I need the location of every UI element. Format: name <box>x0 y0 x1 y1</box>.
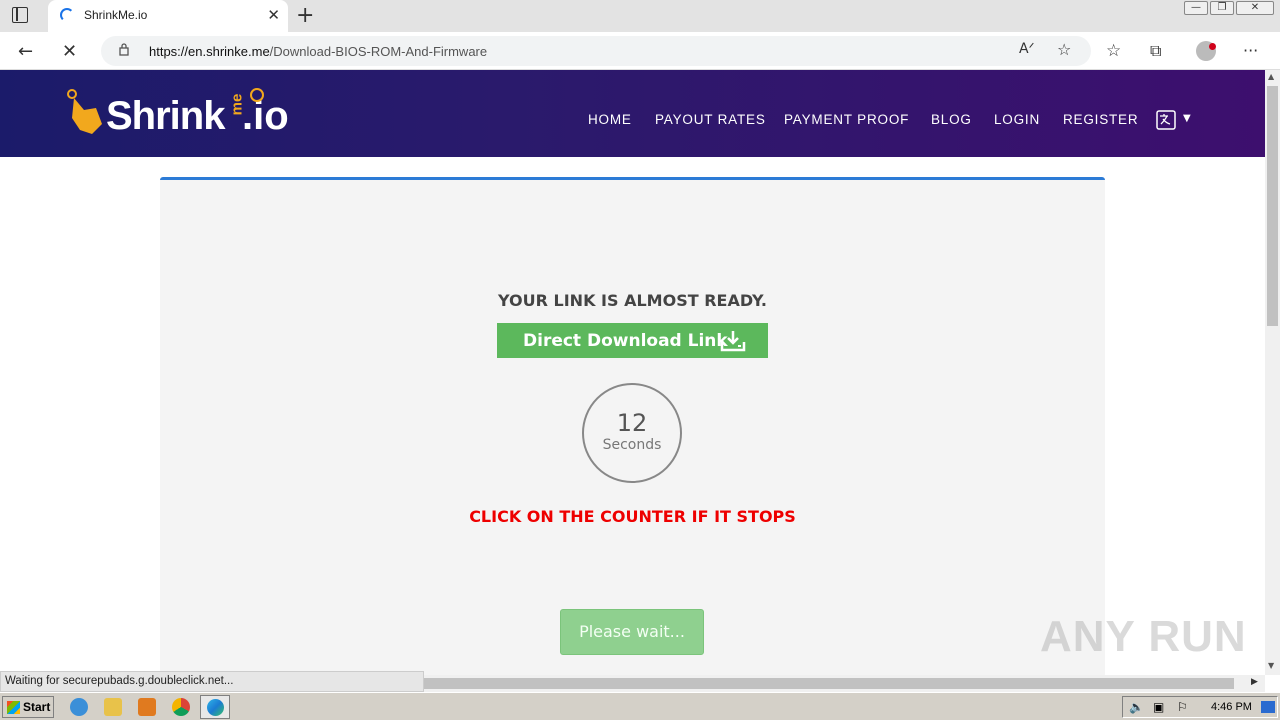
counter-notice: CLICK ON THE COUNTER IF IT STOPS <box>469 507 796 526</box>
countdown-counter[interactable]: 12 Seconds <box>582 383 682 483</box>
loading-spinner-icon <box>60 8 74 22</box>
restore-button[interactable]: ❐ <box>1210 1 1234 15</box>
logo-ring-icon <box>250 88 264 102</box>
network-icon[interactable]: ▣ <box>1153 700 1164 714</box>
browser-toolbar: ← ✕ https://en.shrinke.me/Download-BIOS-… <box>0 32 1280 70</box>
anyrun-watermark: ANY RUN <box>1040 612 1247 661</box>
nav-login[interactable]: LOGIN <box>994 112 1040 127</box>
nav-register[interactable]: REGISTER <box>1063 112 1138 127</box>
system-tray: 🔈 ▣ ⚐ 4:46 PM <box>1122 696 1278 718</box>
media-player-icon[interactable] <box>138 698 156 716</box>
scroll-down-icon[interactable]: ▼ <box>1268 661 1274 670</box>
folder-icon[interactable] <box>104 698 122 716</box>
language-selector[interactable]: ▼ <box>1156 110 1191 134</box>
direct-download-label: Direct Download Link <box>523 331 728 351</box>
add-favorite-icon[interactable]: ☆ <box>1057 40 1071 59</box>
scroll-up-icon[interactable]: ▲ <box>1268 72 1274 81</box>
direct-download-button[interactable]: Direct Download Link <box>497 323 768 358</box>
edge-icon <box>207 699 224 716</box>
read-aloud-icon[interactable]: Aᐟ <box>1019 41 1035 57</box>
lock-icon <box>119 43 129 56</box>
start-button[interactable]: Start <box>2 696 54 718</box>
taskbar: Start 🔈 ▣ ⚐ 4:46 PM <box>0 692 1280 720</box>
show-desktop-icon[interactable] <box>1261 701 1275 713</box>
start-label: Start <box>23 700 51 714</box>
nav-home[interactable]: HOME <box>588 112 632 127</box>
collections-icon[interactable]: ⧉ <box>1150 41 1161 61</box>
edge-taskbar-button[interactable] <box>200 695 230 719</box>
site-header: Shrink me .io HOME PAYOUT RATES PAYMENT … <box>0 70 1265 157</box>
vertical-scrollbar[interactable]: ▲ ▼ <box>1265 70 1280 675</box>
nav-payment-proof[interactable]: PAYMENT PROOF <box>784 112 909 127</box>
scroll-right-icon[interactable]: ▶ <box>1251 677 1258 687</box>
url-path: /Download-BIOS-ROM-And-Firmware <box>269 44 488 59</box>
chrome-icon[interactable] <box>172 698 190 716</box>
browser-tab[interactable]: ShrinkMe.io ✕ <box>48 0 288 32</box>
more-icon[interactable]: ··· <box>1243 41 1258 60</box>
tab-actions-icon[interactable] <box>12 7 28 23</box>
hand-logo-icon <box>67 89 102 134</box>
nav-blog[interactable]: BLOG <box>931 112 972 127</box>
vertical-scroll-thumb[interactable] <box>1267 86 1278 326</box>
back-arrow-icon[interactable]: ← <box>18 41 33 62</box>
logo-text: Shrink <box>106 94 225 138</box>
plus-icon[interactable]: + <box>296 3 314 28</box>
site-logo[interactable]: Shrink me .io <box>64 86 304 142</box>
close-icon[interactable]: ✕ <box>267 6 280 24</box>
countdown-unit: Seconds <box>602 437 662 453</box>
nav-payout-rates[interactable]: PAYOUT RATES <box>655 112 766 127</box>
volume-icon[interactable]: 🔈 <box>1129 700 1144 714</box>
chevron-down-icon: ▼ <box>1183 113 1191 124</box>
download-icon <box>720 331 746 352</box>
profile-icon[interactable] <box>1196 41 1216 61</box>
tab-title: ShrinkMe.io <box>84 8 148 22</box>
windows-logo-icon <box>7 701 20 714</box>
flag-icon[interactable]: ⚐ <box>1177 700 1188 714</box>
countdown-value: 12 <box>616 409 648 437</box>
logo-io-text: .io <box>242 94 289 138</box>
page-heading: YOUR LINK IS ALMOST READY. <box>498 291 767 310</box>
ie-icon[interactable] <box>70 698 88 716</box>
favorites-icon[interactable]: ☆ <box>1106 41 1121 61</box>
language-icon <box>1156 110 1176 130</box>
minimize-button[interactable]: — <box>1184 1 1208 15</box>
horizontal-scroll-thumb[interactable] <box>424 678 1234 689</box>
window-close-button[interactable]: ✕ <box>1236 1 1274 15</box>
tab-strip: ShrinkMe.io ✕ + — ❐ ✕ <box>0 0 1280 32</box>
url-text: https://en.shrinke.me/Download-BIOS-ROM-… <box>149 44 487 59</box>
address-bar[interactable]: https://en.shrinke.me/Download-BIOS-ROM-… <box>101 36 1091 66</box>
clock: 4:46 PM <box>1211 701 1252 713</box>
please-wait-button[interactable]: Please wait... <box>560 609 704 655</box>
url-host: https://en.shrinke.me <box>149 44 270 59</box>
status-bar: Waiting for securepubads.g.doubleclick.n… <box>0 671 424 692</box>
link-card: YOUR LINK IS ALMOST READY. Direct Downlo… <box>160 177 1105 677</box>
stop-icon[interactable]: ✕ <box>62 41 77 62</box>
